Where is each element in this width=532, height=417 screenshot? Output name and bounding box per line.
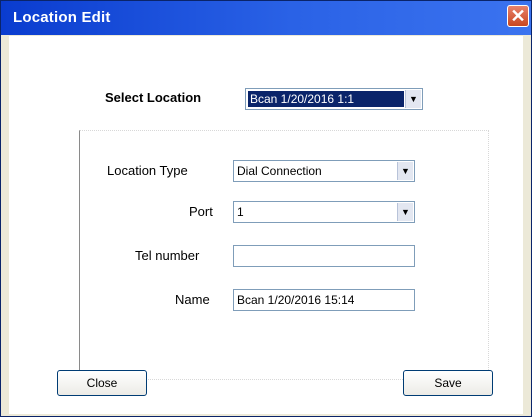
select-location-value: Bcan 1/20/2016 1:1	[248, 91, 404, 107]
port-dropdown[interactable]: 1 ▼	[233, 201, 415, 223]
save-button[interactable]: Save	[403, 370, 493, 396]
name-label: Name	[175, 292, 210, 307]
location-type-dropdown[interactable]: Dial Connection ▼	[233, 160, 415, 182]
select-location-label: Select Location	[105, 90, 202, 105]
chevron-down-icon[interactable]: ▼	[397, 203, 413, 221]
select-location-dropdown[interactable]: Bcan 1/20/2016 1:1 ▼	[245, 88, 423, 110]
location-type-label: Location Type	[107, 163, 188, 178]
chevron-down-icon[interactable]: ▼	[397, 162, 413, 180]
port-value: 1	[237, 205, 244, 219]
chevron-down-icon[interactable]: ▼	[405, 90, 421, 108]
port-label: Port	[189, 204, 213, 219]
dialog-body: Select Location Bcan 1/20/2016 1:1 ▼ Loc…	[9, 36, 523, 414]
name-value: Bcan 1/20/2016 15:14	[237, 293, 355, 307]
location-type-value: Dial Connection	[237, 164, 322, 178]
tel-number-input[interactable]	[233, 245, 415, 267]
name-input[interactable]: Bcan 1/20/2016 15:14	[233, 289, 415, 311]
close-button[interactable]: Close	[57, 370, 147, 396]
close-icon[interactable]: ✕	[507, 5, 529, 27]
title-bar[interactable]: Location Edit ✕	[1, 1, 531, 35]
tel-number-label: Tel number	[135, 248, 200, 263]
window-title: Location Edit	[13, 9, 111, 26]
location-edit-dialog: Location Edit ✕ Select Location Bcan 1/2…	[0, 0, 532, 417]
